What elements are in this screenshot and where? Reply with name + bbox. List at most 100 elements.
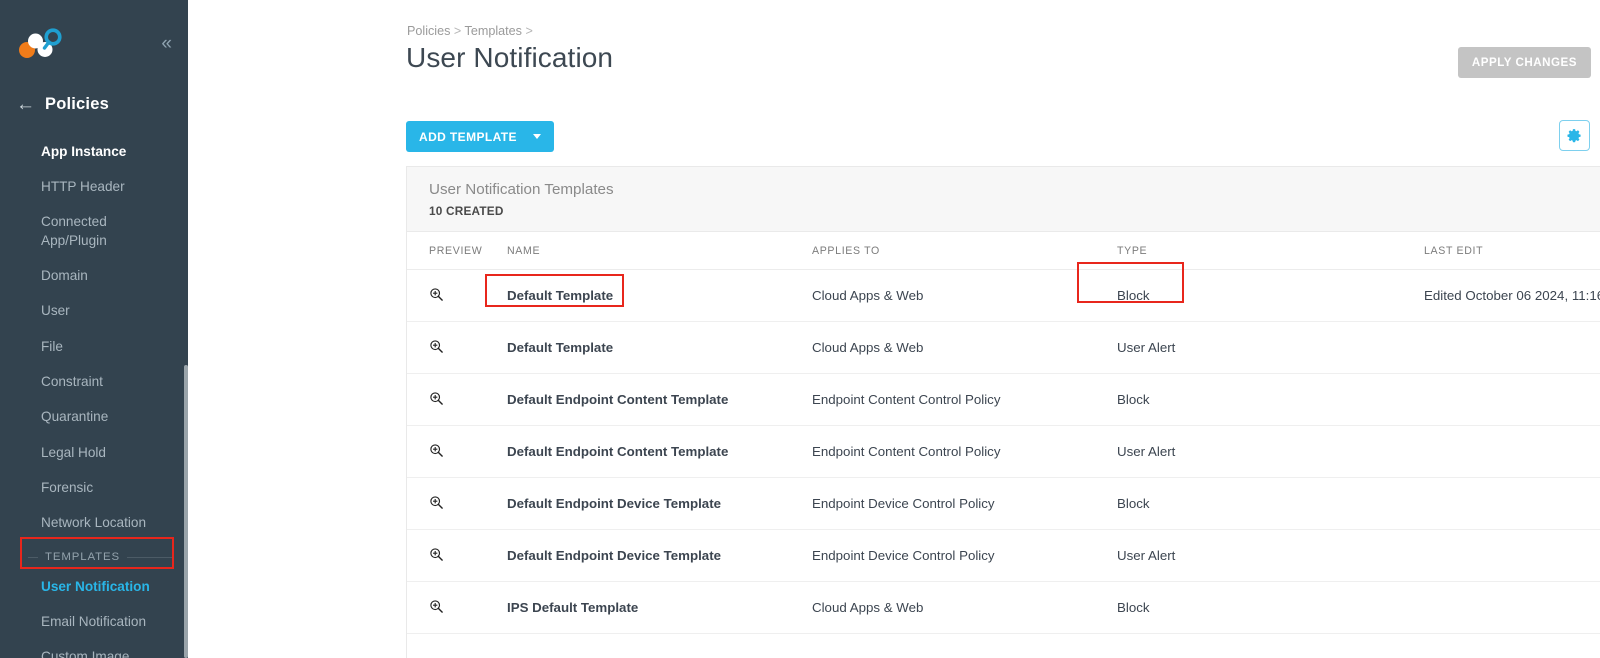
table-row[interactable]: Default Endpoint Device Template Endpoint… [407, 477, 1600, 530]
cell-applies-to: Endpoint Device Control Policy [812, 529, 1117, 582]
cell-last-edit [1424, 321, 1600, 374]
sidebar-item-label: Connected App/Plugin [41, 214, 107, 248]
cell-type: Block [1117, 269, 1424, 322]
table-body: Default Template Cloud Apps & Web Block Edi… [407, 269, 1600, 634]
cell-applies-to: Endpoint Content Control Policy [812, 425, 1117, 478]
table-row[interactable]: Default Endpoint Content Template Endpoin… [407, 425, 1600, 478]
cell-type: Block [1117, 373, 1424, 426]
zoom-in-icon[interactable] [429, 443, 444, 461]
cell-preview [407, 321, 507, 374]
table-header-row: PREVIEW NAME APPLIES TO TYPE LAST EDIT [407, 232, 1600, 270]
cell-last-edit [1424, 581, 1600, 634]
sidebar-item-network-location[interactable]: Network Location [0, 506, 188, 541]
templates-card: User Notification Templates 10 CREATED P… [406, 166, 1600, 658]
sidebar-item-forensic[interactable]: Forensic [0, 470, 188, 505]
sidebar-item-label: Network Location [41, 515, 147, 531]
sidebar-item-file[interactable]: File [0, 329, 188, 364]
zoom-in-icon[interactable] [429, 287, 444, 305]
table-row[interactable]: Default Endpoint Content Template Endpoin… [407, 373, 1600, 426]
sidebar-item-domain[interactable]: Domain [0, 258, 188, 293]
table-header: PREVIEW NAME APPLIES TO TYPE LAST EDIT [407, 232, 1600, 270]
cell-applies-to: Cloud Apps & Web [812, 581, 1117, 634]
sidebar-item-label: File [41, 338, 63, 354]
chevron-down-icon [532, 134, 541, 139]
cell-name[interactable]: Default Template [507, 269, 812, 322]
breadcrumb: Policies > Templates > [407, 24, 533, 38]
templates-table: PREVIEW NAME APPLIES TO TYPE LAST EDIT D… [407, 232, 1600, 634]
divider-right [126, 556, 172, 558]
zoom-in-icon[interactable] [429, 599, 444, 617]
cell-name[interactable]: Default Endpoint Device Template [507, 477, 812, 530]
cell-type: User Alert [1117, 321, 1424, 374]
sidebar: « ← Policies App Instance HTTP Header Co… [0, 0, 188, 658]
sidebar-item-legal-hold[interactable]: Legal Hold [0, 435, 188, 470]
apply-changes-button[interactable]: APPLY CHANGES [1457, 47, 1591, 78]
application-window: « ← Policies App Instance HTTP Header Co… [0, 0, 1600, 658]
main-content: Policies > Templates > User Notification… [188, 0, 1600, 658]
sidebar-item-label: Constraint [41, 373, 103, 389]
table-row[interactable]: IPS Default Template Cloud Apps & Web Bloc… [407, 581, 1600, 634]
cell-type: User Alert [1117, 425, 1424, 478]
column-header-applies-to[interactable]: APPLIES TO [812, 232, 1117, 270]
sidebar-item-user-notification[interactable]: User Notification [0, 569, 188, 604]
sidebar-item-app-instance[interactable]: App Instance [0, 134, 188, 169]
column-header-name[interactable]: NAME [507, 232, 812, 270]
cell-preview [407, 581, 507, 634]
cell-preview [407, 529, 507, 582]
breadcrumb-separator: > [525, 24, 533, 38]
breadcrumb-templates[interactable]: Templates [465, 24, 522, 38]
card-header: User Notification Templates 10 CREATED [407, 167, 1600, 232]
sidebar-item-custom-image[interactable]: Custom Image [0, 640, 188, 658]
sidebar-item-constraint[interactable]: Constraint [0, 364, 188, 399]
sidebar-header: « [0, 0, 188, 86]
sidebar-item-label: Custom Image [41, 649, 130, 658]
column-header-last-edit[interactable]: LAST EDIT [1424, 232, 1600, 270]
cell-type: Block [1117, 581, 1424, 634]
sidebar-item-label: Email Notification [41, 613, 147, 629]
cell-preview [407, 269, 507, 322]
cell-name[interactable]: Default Endpoint Content Template [507, 373, 812, 426]
sidebar-item-email-notification[interactable]: Email Notification [0, 604, 188, 639]
cell-type: Block [1117, 477, 1424, 530]
zoom-in-icon[interactable] [429, 391, 444, 409]
cell-last-edit: Edited October 06 2024, 11:16 AM by zulk… [1424, 269, 1600, 322]
sidebar-item-user[interactable]: User [0, 294, 188, 329]
sidebar-item-label: Quarantine [41, 409, 109, 425]
card-title: User Notification Templates [429, 181, 614, 198]
cell-last-edit [1424, 373, 1600, 426]
sidebar-section-title: Policies [45, 94, 109, 113]
column-header-preview[interactable]: PREVIEW [407, 232, 507, 270]
sidebar-item-connected-app-plugin[interactable]: Connected App/Plugin [0, 205, 188, 259]
add-template-button[interactable]: ADD TEMPLATE [406, 121, 554, 152]
cell-preview [407, 373, 507, 426]
netskope-logo-icon[interactable] [16, 23, 64, 63]
breadcrumb-separator: > [453, 24, 462, 38]
sidebar-item-quarantine[interactable]: Quarantine [0, 400, 188, 435]
zoom-in-icon[interactable] [429, 495, 444, 513]
card-subtitle: 10 CREATED [429, 204, 504, 218]
sidebar-group-templates: TEMPLATES [0, 541, 188, 569]
cell-applies-to: Endpoint Content Control Policy [812, 373, 1117, 426]
table-row[interactable]: Default Template Cloud Apps & Web User Ale… [407, 321, 1600, 374]
zoom-in-icon[interactable] [429, 339, 444, 357]
cell-preview [407, 477, 507, 530]
sidebar-item-http-header[interactable]: HTTP Header [0, 169, 188, 204]
cell-preview [407, 425, 507, 478]
cell-name[interactable]: Default Template [507, 321, 812, 374]
sidebar-back-policies[interactable]: ← Policies [0, 86, 188, 122]
cell-name[interactable]: Default Endpoint Device Template [507, 529, 812, 582]
table-row[interactable]: Default Template Cloud Apps & Web Block Edi… [407, 269, 1600, 322]
table-row[interactable]: Default Endpoint Device Template Endpoint… [407, 529, 1600, 582]
cell-name[interactable]: Default Endpoint Content Template [507, 425, 812, 478]
add-template-label: ADD TEMPLATE [419, 129, 517, 144]
gear-icon [1567, 129, 1581, 143]
zoom-in-icon[interactable] [429, 547, 444, 565]
collapse-sidebar-icon[interactable]: « [161, 34, 171, 53]
cell-applies-to: Cloud Apps & Web [812, 269, 1117, 322]
column-header-type[interactable]: TYPE [1117, 232, 1424, 270]
sidebar-item-label: Forensic [41, 479, 94, 495]
table-settings-button[interactable] [1559, 120, 1590, 151]
divider-left [28, 556, 38, 558]
cell-name[interactable]: IPS Default Template [507, 581, 812, 634]
breadcrumb-policies[interactable]: Policies [407, 24, 450, 38]
